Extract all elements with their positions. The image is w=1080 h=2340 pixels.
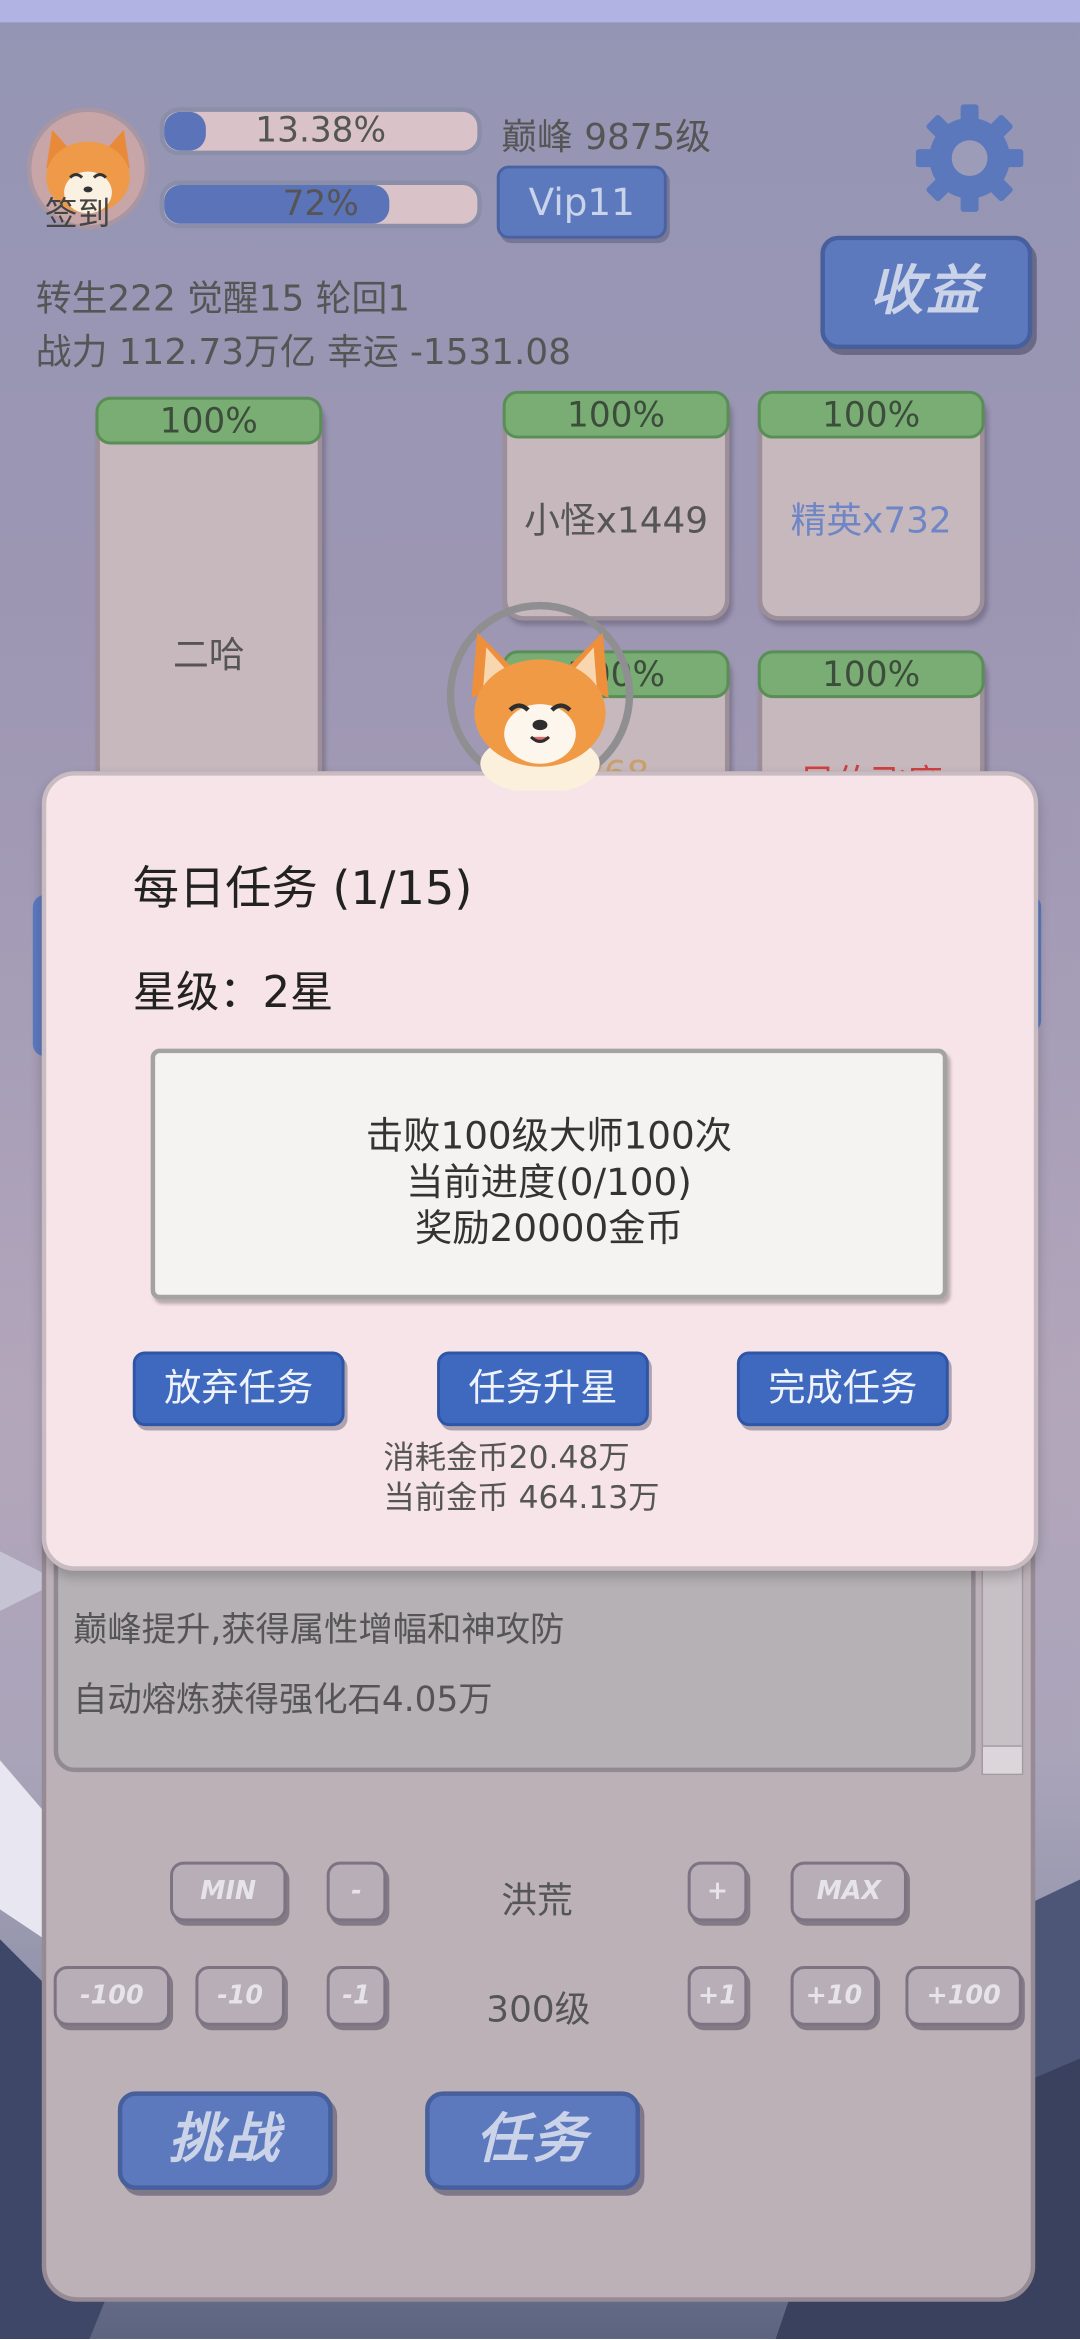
vip-progress-label: 72% — [282, 184, 359, 224]
card-pet-name: 二哈 — [173, 633, 245, 676]
task-button[interactable]: 任务 — [425, 2091, 640, 2190]
zone-name: 洪荒 — [501, 1879, 573, 1922]
card-god-percent: 100% — [757, 650, 985, 699]
task-reward: 奖励20000金币 — [415, 1206, 683, 1251]
card-elite-percent: 100% — [757, 390, 985, 439]
level-plus1-button[interactable]: +1 — [687, 1966, 748, 2026]
gear-icon[interactable] — [913, 101, 1026, 214]
task-description-box: 击败100级大师100次 当前进度(0/100) 奖励20000金币 — [150, 1048, 948, 1300]
log-line: 自动熔炼获得强化石4.05万 — [73, 1681, 493, 1720]
card-minion-name: 小怪x1449 — [524, 499, 709, 542]
corgi-mascot-icon — [446, 601, 634, 791]
income-button[interactable]: 收益 — [820, 235, 1033, 350]
upgrade-cost: 消耗金币20.48万 — [383, 1439, 630, 1476]
complete-task-button[interactable]: 完成任务 — [736, 1351, 949, 1427]
log-line: 巅峰提升,获得属性增幅和神攻防 — [73, 1611, 565, 1650]
challenge-button[interactable]: 挑战 — [117, 2091, 333, 2190]
card-minion-percent: 100% — [502, 390, 730, 439]
level-minus10-button[interactable]: -10 — [195, 1966, 285, 2026]
vip-progress-bar: 72% — [159, 180, 482, 229]
exp-progress-label: 13.38% — [255, 111, 387, 151]
max-button[interactable]: MAX — [790, 1861, 907, 1922]
card-elite[interactable]: 100% 精英x732 — [757, 390, 985, 621]
peak-level: 巅峰 9875级 — [501, 116, 712, 159]
level-minus1-button[interactable]: -1 — [326, 1966, 387, 2026]
status-strip — [0, 0, 1080, 23]
abandon-task-button[interactable]: 放弃任务 — [132, 1351, 345, 1427]
stats-line-1: 转生222 觉醒15 轮回1 — [35, 277, 411, 320]
card-minion[interactable]: 100% 小怪x1449 — [502, 390, 730, 621]
log-scroll-thumb[interactable] — [983, 1745, 1022, 1774]
card-elite-name: 精英x732 — [790, 499, 952, 542]
task-star-level: 星级：2星 — [132, 966, 334, 1018]
min-button[interactable]: MIN — [170, 1861, 287, 1922]
level-plus100-button[interactable]: +100 — [905, 1966, 1022, 2026]
vip-button[interactable]: Vip11 — [496, 165, 667, 239]
card-pet[interactable]: 100% 二哈 — [95, 396, 323, 824]
dialog-title: 每日任务 (1/15) — [132, 862, 473, 916]
zone-minus-button[interactable]: - — [326, 1861, 387, 1922]
log-scrollbar[interactable] — [981, 1536, 1024, 1776]
checkin-label[interactable]: 签到 — [45, 188, 111, 236]
stats-line-2: 战力 112.73万亿 幸运 -1531.08 — [35, 331, 571, 373]
game-screen: 签到 13.38% 巅峰 9875级 72% Vip11 收益 转生222 觉醒… — [0, 0, 1080, 2339]
exp-progress-bar: 13.38% — [159, 107, 482, 156]
zone-plus-button[interactable]: + — [687, 1861, 748, 1922]
current-gold: 当前金币 464.13万 — [383, 1479, 660, 1516]
level-minus100-button[interactable]: -100 — [53, 1966, 171, 2026]
level-plus10-button[interactable]: +10 — [790, 1966, 878, 2026]
upgrade-task-star-button[interactable]: 任务升星 — [437, 1351, 649, 1427]
level-value: 300级 — [486, 1988, 591, 2031]
daily-task-dialog: 每日任务 (1/15) 星级：2星 击败100级大师100次 当前进度(0/10… — [41, 771, 1039, 1571]
card-pet-percent: 100% — [95, 396, 323, 445]
